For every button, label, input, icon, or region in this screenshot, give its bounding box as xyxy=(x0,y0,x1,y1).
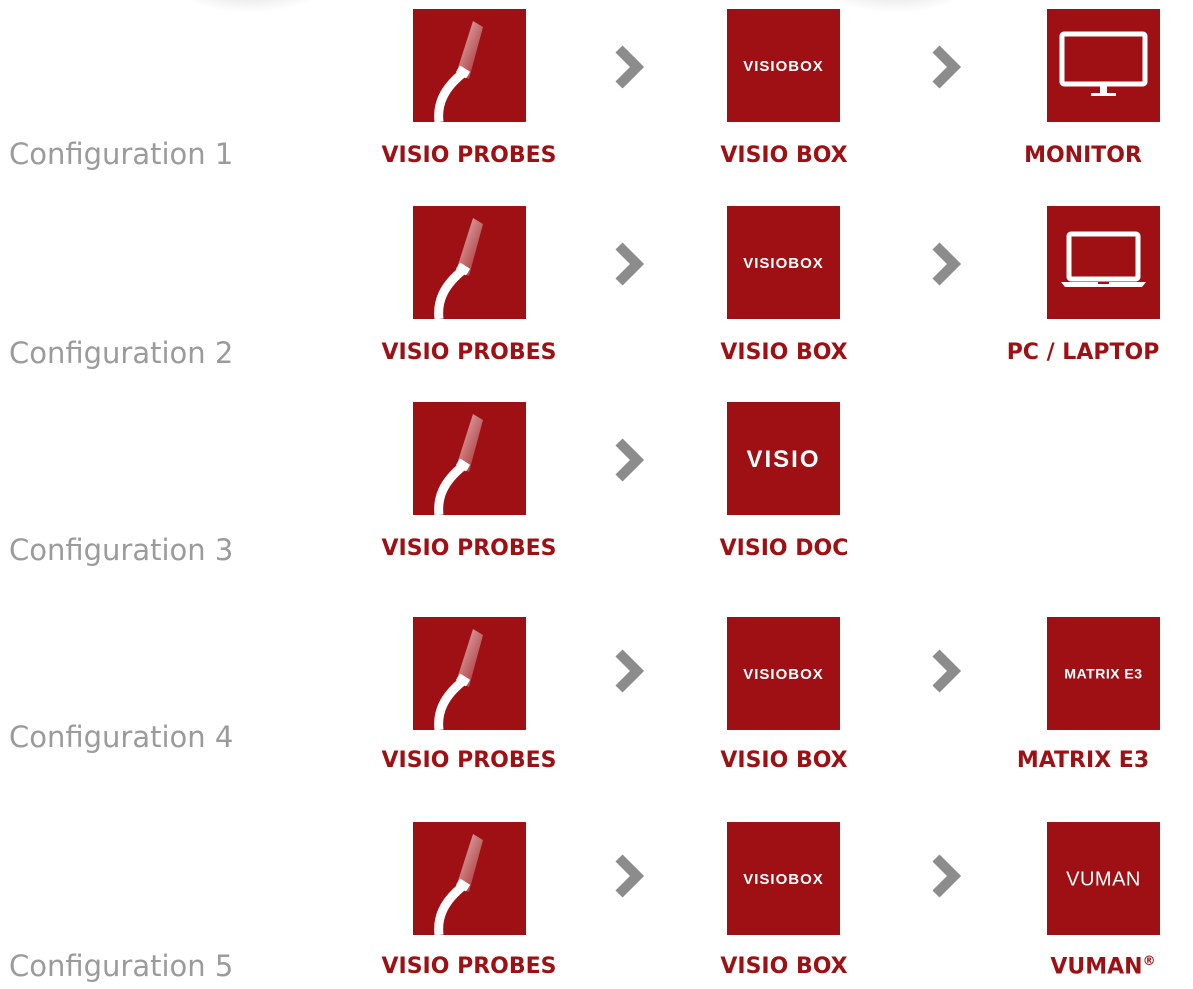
node-label: VISIO PROBES xyxy=(381,536,557,561)
svg-text:VUMAN: VUMAN xyxy=(1066,869,1141,891)
configuration-label: Configuration 4 xyxy=(9,720,234,754)
svg-text:MATRIX E3: MATRIX E3 xyxy=(1064,666,1142,682)
node-label: VISIO PROBES xyxy=(381,340,557,365)
node-label: VISIO PROBES xyxy=(381,748,557,773)
visio-box-logo: VISIOBOX xyxy=(727,9,840,122)
matrix-e3-logo: MATRIX E3 xyxy=(1047,617,1160,730)
probe-icon xyxy=(413,617,526,730)
probe-icon xyxy=(413,9,526,122)
configuration-row-2: Configuration 2 VISIO PROBES VISIOBOX VI… xyxy=(0,206,1193,381)
node-label: VISIO BOX xyxy=(720,748,848,773)
chevron-right-icon xyxy=(611,649,651,693)
configuration-row-1: Configuration 1 VISIO PROBES VISIOBOX VI… xyxy=(0,9,1193,184)
probe-icon xyxy=(413,206,526,319)
chevron-right-icon xyxy=(611,242,651,286)
node-label: VISIO BOX xyxy=(720,340,848,365)
chevron-right-icon xyxy=(611,45,651,89)
chevron-right-icon xyxy=(928,242,968,286)
probe-icon xyxy=(413,402,526,515)
svg-text:VISIO: VISIO xyxy=(746,446,820,473)
node-label: VISIO PROBES xyxy=(381,954,557,979)
chevron-right-icon xyxy=(928,649,968,693)
visio-logo: VISIO xyxy=(727,402,840,515)
configuration-label: Configuration 3 xyxy=(9,533,234,567)
node-label: VISIO BOX xyxy=(720,954,848,979)
visio-box-logo: VISIOBOX xyxy=(727,206,840,319)
configuration-row-5: Configuration 5 VISIO PROBES VISIOBOX VI… xyxy=(0,822,1193,989)
svg-text:VISIOBOX: VISIOBOX xyxy=(743,871,824,888)
node-label: MATRIX E3 xyxy=(1016,748,1150,773)
node-label: VUMAN® xyxy=(993,954,1193,979)
visio-box-logo: VISIOBOX xyxy=(727,617,840,730)
node-label: VISIO DOC xyxy=(719,536,849,561)
configuration-row-4: Configuration 4 VISIO PROBES VISIOBOX VI… xyxy=(0,617,1193,792)
probe-icon xyxy=(413,822,526,935)
chevron-right-icon xyxy=(611,854,651,898)
chevron-right-icon xyxy=(928,45,968,89)
registered-mark: ® xyxy=(1142,954,1156,969)
configuration-label: Configuration 5 xyxy=(9,949,234,983)
svg-text:VISIOBOX: VISIOBOX xyxy=(743,58,824,75)
visio-box-logo: VISIOBOX xyxy=(727,822,840,935)
monitor-icon xyxy=(1047,9,1160,122)
laptop-icon xyxy=(1047,206,1160,319)
node-label: VISIO PROBES xyxy=(381,143,557,168)
node-label: VISIO BOX xyxy=(720,143,848,168)
node-label: PC / LAPTOP xyxy=(1006,340,1160,365)
node-label-text: VUMAN xyxy=(1050,954,1143,980)
node-label: MONITOR xyxy=(1024,143,1142,168)
chevron-right-icon xyxy=(928,854,968,898)
chevron-right-icon xyxy=(611,438,651,482)
svg-text:VISIOBOX: VISIOBOX xyxy=(743,666,824,683)
configuration-row-3: Configuration 3 VISIO PROBES VISIO VISIO… xyxy=(0,402,1193,577)
vuman-logo: VUMAN xyxy=(1047,822,1160,935)
svg-text:VISIOBOX: VISIOBOX xyxy=(743,255,824,272)
configuration-label: Configuration 2 xyxy=(9,336,234,370)
configuration-label: Configuration 1 xyxy=(9,137,234,171)
